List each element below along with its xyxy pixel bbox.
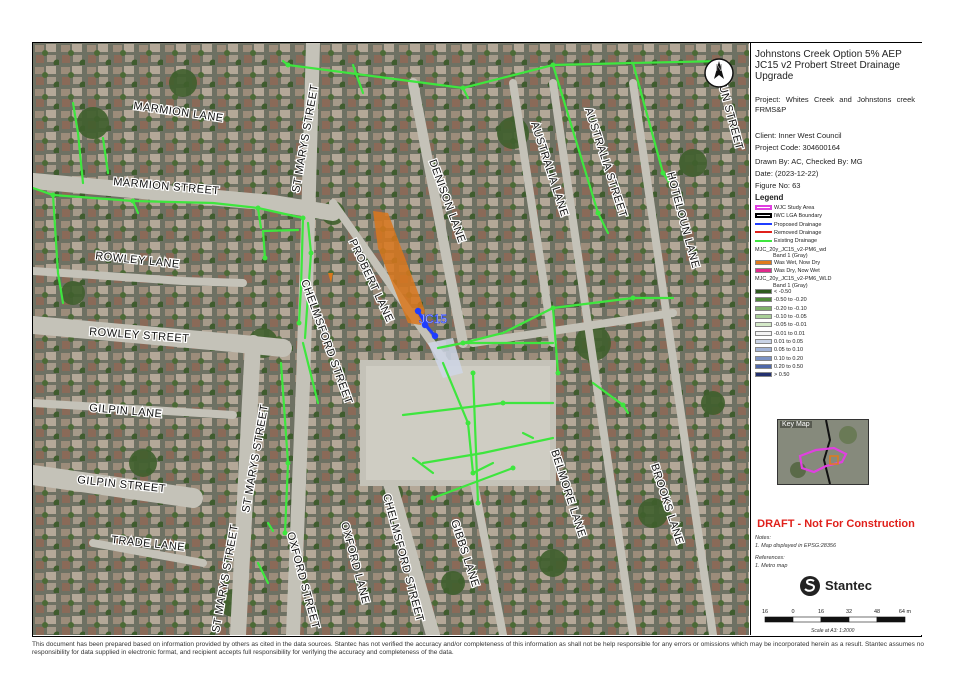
legend-item: 0.05 to 0.10 — [755, 347, 803, 354]
scale-label: 16 — [762, 609, 768, 615]
legend-label: 0.10 to 0.20 — [774, 355, 804, 362]
legend-item: 0.10 to 0.20 — [755, 356, 803, 363]
scale-segment — [820, 616, 850, 623]
legend-item: -0.20 to -0.10 — [755, 306, 807, 313]
legend-item: -0.10 to -0.05 — [755, 314, 807, 321]
legend-swatch — [755, 289, 772, 295]
legend-swatch — [755, 314, 772, 320]
legend-swatch — [755, 205, 772, 211]
references-body: 1. Metro map — [755, 563, 788, 569]
legend-label: -0.05 to -0.01 — [774, 322, 807, 329]
key-map-graphic — [778, 420, 868, 484]
legend-label: Was Wet, Now Dry — [774, 259, 821, 266]
legend-item: Was Dry, Now Wet — [755, 268, 820, 275]
legend-item: Removed Drainage — [755, 230, 821, 237]
brand-name: Stantec — [825, 578, 872, 593]
legend-swatch — [755, 338, 772, 344]
legend-label: MJC_20y_JC15_v2-PM6_wd — [755, 246, 827, 253]
legend-swatch — [755, 330, 772, 336]
legend-item: 0.01 to 0.05 — [755, 339, 803, 346]
legend-label: Existing Drainage — [774, 238, 818, 245]
legend-swatch — [755, 305, 772, 311]
legend-label: IWC LGA Boundary — [774, 213, 822, 220]
legend-label: 0.05 to 0.10 — [774, 347, 804, 354]
legend-label: > 0.50 — [774, 372, 790, 379]
map-title-line-1: Johnstons Creek Option 5% AEP — [755, 49, 902, 60]
legend-swatch — [755, 347, 772, 353]
legend-item: Proposed Drainage — [755, 222, 821, 229]
legend-label: Proposed Drainage — [774, 221, 822, 228]
key-map[interactable]: Key Map — [777, 419, 869, 485]
legend-label: < -0.50 — [774, 289, 792, 296]
legend-swatch — [755, 372, 772, 378]
legend-swatch — [755, 213, 772, 219]
north-arrow-icon: N — [704, 58, 734, 88]
map-title-line-2: JC15 v2 Probert Street Drainage — [755, 60, 901, 71]
legend-swatch — [755, 322, 772, 328]
legend-swatch — [755, 259, 772, 265]
map-title-line-3: Upgrade — [755, 71, 794, 82]
legend-title: Legend — [755, 193, 784, 202]
scale-label: 64 m — [899, 609, 912, 615]
legend-swatch — [755, 297, 772, 303]
project-name: Project: Whites Creek and Johnstons cree… — [755, 95, 915, 114]
legend-swatch — [755, 363, 772, 369]
legend-label: WJC Study Area — [774, 205, 815, 211]
site-label-jc15: JC15 — [419, 312, 447, 326]
stantec-logo-icon — [800, 576, 820, 596]
legend-label: Removed Drainage — [774, 229, 822, 236]
legend-item: IWC LGA Boundary — [755, 213, 822, 220]
legend-label: -0.50 to -0.20 — [774, 297, 807, 304]
info-panel: Johnstons Creek Option 5% AEP JC15 v2 Pr… — [750, 43, 922, 635]
date: Date: (2023-12-22) — [755, 169, 819, 178]
legend-label: Band 1 (Gray) — [773, 282, 808, 289]
scale-segment — [792, 616, 822, 623]
disclaimer: This document has been prepared based on… — [32, 641, 924, 656]
key-map-title: Key Map — [780, 421, 812, 428]
legend-item: < -0.50 — [755, 289, 791, 296]
scale-label: 32 — [846, 609, 852, 615]
map-frame[interactable]: JC15 MARMION LANE MARMION STREET ROWLEY … — [33, 43, 749, 635]
scale-label: 16 — [818, 609, 824, 615]
aerial-map[interactable]: JC15 MARMION LANE MARMION STREET ROWLEY … — [33, 43, 749, 635]
legend-swatch — [755, 231, 772, 234]
client: Client: Inner West Council — [755, 131, 842, 140]
legend-label: -0.20 to -0.10 — [774, 305, 807, 312]
legend-swatch — [755, 239, 772, 242]
scale-label: 48 — [874, 609, 880, 615]
legend-label: Was Dry, Now Wet — [774, 267, 820, 274]
legend-item: 0.20 to 0.50 — [755, 364, 803, 371]
brand-logo: Stantec — [799, 575, 919, 599]
legend-label: -0.10 to -0.05 — [774, 314, 807, 320]
legend-item: -0.05 to -0.01 — [755, 322, 807, 329]
scale-segment — [848, 616, 878, 623]
notes-title: Notes: — [755, 535, 771, 541]
legend-swatch — [755, 355, 772, 361]
legend-label: 0.01 to 0.05 — [774, 338, 804, 345]
legend-swatch — [755, 267, 772, 273]
legend-label: -0.01 to 0.01 — [774, 330, 805, 337]
legend-item: Was Wet, Now Dry — [755, 260, 820, 267]
svg-text:N: N — [716, 63, 723, 73]
draft-stamp: DRAFT - Not For Construction — [757, 518, 915, 530]
scale-label: 0 — [791, 609, 794, 615]
legend-label: 0.20 to 0.50 — [774, 363, 804, 370]
legend-item: WJC Study Area — [755, 205, 814, 212]
legend-swatch — [755, 223, 772, 226]
legend-item: > 0.50 — [755, 372, 789, 379]
figure-number: Figure No: 63 — [755, 181, 801, 190]
legend-label: Band 1 (Gray) — [773, 253, 808, 259]
project-code: Project Code: 304600164 — [755, 143, 841, 152]
scale-segment — [764, 616, 794, 623]
notes-body: 1. Map displayed in EPSG:28356 — [755, 543, 837, 549]
map-sheet: JC15 MARMION LANE MARMION STREET ROWLEY … — [32, 42, 922, 637]
drawn-by: Drawn By: AC, Checked By: MG — [755, 157, 863, 166]
legend-item: Existing Drainage — [755, 238, 817, 245]
scale-text: Scale at A3: 1:2000 — [811, 628, 855, 634]
scale-segment — [876, 616, 906, 623]
legend-item: -0.01 to 0.01 — [755, 331, 805, 338]
legend-label: MJC_20y_JC15_v2-PM6_WLD — [755, 276, 832, 283]
references-title: References: — [755, 555, 785, 561]
legend-item: -0.50 to -0.20 — [755, 297, 807, 304]
